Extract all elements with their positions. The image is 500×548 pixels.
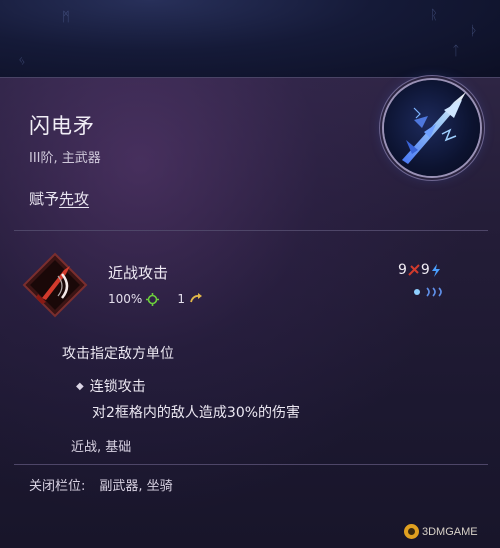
site-watermark: 3DMGAME xyxy=(404,524,478,539)
item-title: 闪电矛 xyxy=(29,114,95,138)
range-waves-icon xyxy=(413,287,449,297)
effect-title: ◆ 连锁攻击 xyxy=(76,376,146,396)
cost-a-value: 9 xyxy=(398,262,407,278)
grant-keyword-link[interactable]: 先攻 xyxy=(59,190,89,208)
effect-title-text: 连锁攻击 xyxy=(89,379,146,395)
skill-description: 攻击指定敌方单位 xyxy=(62,346,174,362)
watermark-text: 3DMGAME xyxy=(422,525,478,538)
rune-glyph: ᚦ xyxy=(470,24,478,39)
rune-glyph: ᛃ xyxy=(18,54,26,69)
lightning-spear-icon xyxy=(384,80,480,176)
grant-prefix: 赋予 xyxy=(29,190,60,208)
diamond-bullet-icon: ◆ xyxy=(76,380,84,392)
skill-costs: 9 9 xyxy=(398,262,442,278)
closed-slots-value: 副武器, 坐骑 xyxy=(99,479,173,494)
item-grant-line: 赋予先攻 xyxy=(29,188,89,209)
background-top: ᛗ ᚱ ᛏ ᛃ ᚦ xyxy=(0,0,500,80)
effect-description: 对2框格内的敌人造成30%的伤害 xyxy=(92,405,301,421)
rune-glyph: ᛗ xyxy=(62,10,70,25)
crosshair-icon xyxy=(146,292,160,306)
skill-name: 近战攻击 xyxy=(108,264,169,282)
red-slash-icon xyxy=(408,264,420,276)
rune-glyph: ᚱ xyxy=(430,8,438,23)
blue-lightning-icon xyxy=(431,263,441,277)
melee-attack-icon[interactable] xyxy=(22,252,88,318)
skill-stats: 100% 1 xyxy=(108,292,207,306)
closed-slots: 关闭栏位: 副武器, 坐骑 xyxy=(29,475,173,494)
rune-glyph: ᛏ xyxy=(452,44,460,59)
closed-slots-label: 关闭栏位: xyxy=(29,479,86,494)
item-tier-type: III阶, 主武器 xyxy=(29,151,101,166)
cooldown-value: 1 xyxy=(177,292,185,306)
section-divider xyxy=(14,464,488,465)
skill-tags: 近战, 基础 xyxy=(71,440,132,455)
hourglass-arrow-icon xyxy=(189,293,203,305)
accuracy-value: 100% xyxy=(108,292,143,306)
cost-b-value: 9 xyxy=(420,262,430,278)
section-divider xyxy=(14,230,488,231)
watermark-logo-icon xyxy=(404,524,419,539)
